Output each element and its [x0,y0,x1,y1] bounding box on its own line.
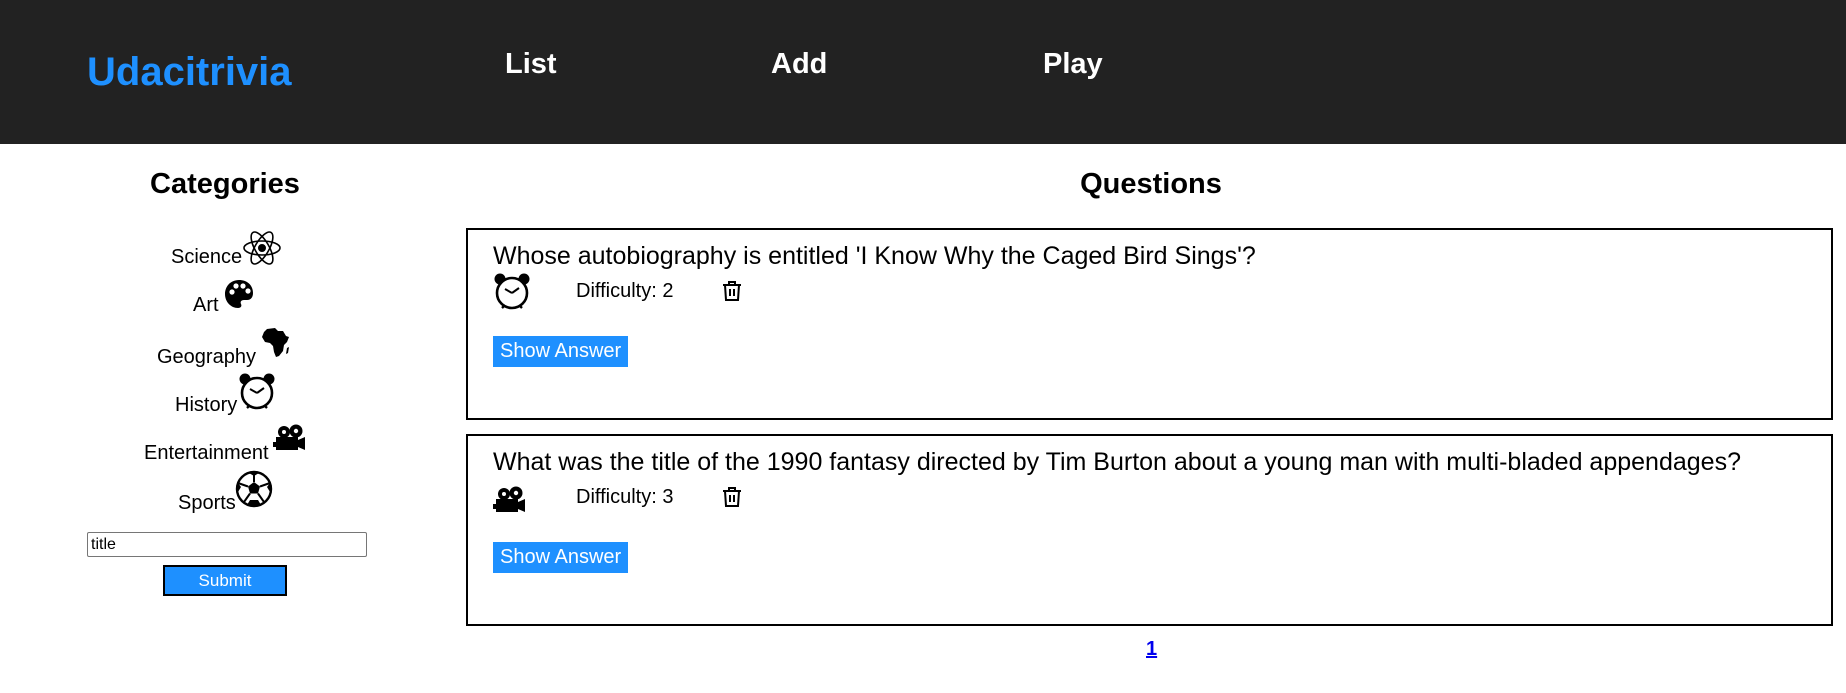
submit-button[interactable]: Submit [163,565,287,596]
geography-africa-icon [261,327,291,359]
delete-trash-icon[interactable] [722,280,742,302]
show-answer-button[interactable]: Show Answer [493,542,629,573]
science-atom-icon [242,228,282,268]
difficulty-label: Difficulty: 2 [576,280,674,302]
questions-heading: Questions [1080,168,1222,200]
search-input[interactable] [87,532,367,557]
category-item-art[interactable]: Art [193,278,283,318]
question-text: What was the title of the 1990 fantasy d… [493,448,1741,476]
art-palette-icon [223,278,255,310]
category-label: Science [171,246,243,268]
brand-logo-link[interactable]: Udacitrivia [87,50,292,95]
nav-play-link[interactable]: Play [1043,48,1103,81]
category-item-entertainment[interactable]: Entertainment [144,424,314,464]
entertainment-projector-icon [493,486,527,516]
nav-add-link[interactable]: Add [771,48,827,81]
question-card: What was the title of the 1990 fantasy d… [466,434,1833,626]
question-card: Whose autobiography is entitled 'I Know … [466,228,1833,420]
category-label: History [175,394,238,416]
category-item-geography[interactable]: Geography [157,327,297,368]
categories-heading: Categories [150,168,300,200]
history-clock-icon [493,272,531,310]
show-answer-button[interactable]: Show Answer [493,336,629,367]
category-label: Sports [178,492,236,514]
entertainment-projector-icon [273,424,307,454]
delete-trash-icon[interactable] [722,486,742,508]
question-text: Whose autobiography is entitled 'I Know … [493,242,1256,270]
difficulty-label: Difficulty: 3 [576,486,674,508]
sports-ball-icon [235,470,273,508]
history-clock-icon [238,372,276,410]
category-label: Art [193,294,219,316]
category-item-science[interactable]: Science [171,228,281,268]
category-item-sports[interactable]: Sports [178,470,278,514]
nav-list-link[interactable]: List [505,48,557,81]
category-label: Entertainment [144,442,269,464]
categories-sidebar: Categories Science Art Geography History… [0,144,450,693]
top-nav-bar: Udacitrivia List Add Play [0,0,1846,144]
pagination-page-1[interactable]: 1 [1146,638,1157,661]
category-item-history[interactable]: History [175,372,285,416]
category-label: Geography [157,346,256,368]
